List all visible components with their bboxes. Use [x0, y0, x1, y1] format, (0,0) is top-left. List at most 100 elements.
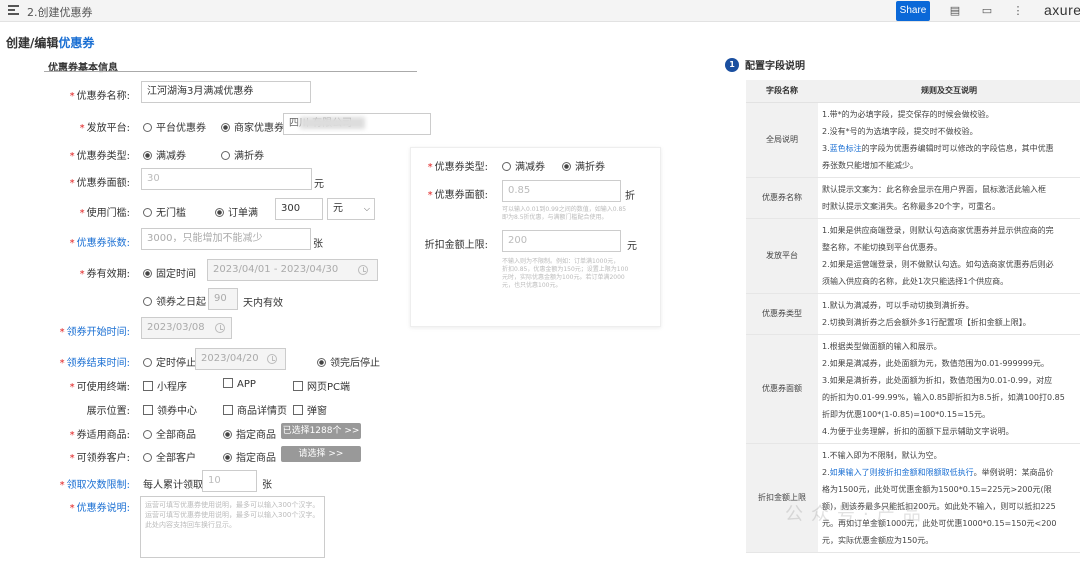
- amount-unit: 元: [314, 179, 324, 190]
- share-button[interactable]: Share: [896, 1, 930, 21]
- radio-all-goods[interactable]: 全部商品: [143, 426, 196, 441]
- rule-text: 4.为便于业务理解，折扣的面额下显示辅助文字说明。: [822, 426, 1014, 436]
- rule-text: 时默认提示文案消失。名称最多20个字，可重名。: [822, 201, 1001, 211]
- rule-text: 折即为优惠100*(1-0.85)=100*0.15=15元。: [822, 409, 990, 419]
- radio-specified-goods[interactable]: 指定商品: [223, 426, 276, 441]
- checkbox-web-pc[interactable]: 网页PC端: [293, 378, 350, 393]
- checkbox-coupon-center[interactable]: 领券中心: [143, 402, 197, 417]
- rule-line: 2.切换到满折券之后会额外多1行配置项【折扣金额上限】。: [822, 314, 1076, 331]
- radio-no-threshold[interactable]: 无门槛: [143, 204, 186, 219]
- rule-line: 2.如果是满减券，此处面额为元，数值范围为0.01-999999元。: [822, 355, 1076, 372]
- rule-line: 1.不输入即为不限制，默认为空。: [822, 447, 1076, 464]
- card-amount-unit: 折: [625, 191, 635, 202]
- rule-text: 3.: [822, 143, 830, 153]
- table-row: 发放平台 1.如果是供应商端登录，则默认勾选商家优惠券并显示供应商的完 整名称，不能…: [746, 218, 1080, 294]
- table-header: 字段名称 规则及交互说明: [746, 80, 1080, 103]
- selected-goods-button[interactable]: 已选择1288个 >>: [281, 423, 361, 439]
- table-row: 折扣金额上限 1.不输入即为不限制，默认为空。 2.如果输入了则按折扣金额和限额取低…: [746, 443, 1080, 553]
- rule-text: 1.如果是供应商端登录，则默认勾选商家优惠券并显示供应商的完: [822, 225, 1054, 235]
- calendar-icon[interactable]: [358, 265, 368, 275]
- coupon-name-input[interactable]: 江河湖海3月满减优惠券: [141, 81, 311, 103]
- radio-all-customers[interactable]: 全部客户: [143, 449, 196, 464]
- card-type-label: * 优惠券类型:: [427, 162, 488, 173]
- limit-input[interactable]: 10: [202, 470, 257, 492]
- checkbox-popup[interactable]: 弹窗: [293, 402, 327, 417]
- card-cap-unit: 元: [627, 241, 637, 252]
- section-divider: [44, 71, 417, 72]
- goods-label: * 券适用商品:: [69, 430, 130, 441]
- checkbox-product-detail[interactable]: 商品详情页: [223, 402, 287, 417]
- rule-description: 1.默认为满减券，可以手动切换到满折券。 2.切换到满折券之后会额外多1行配置项【…: [818, 293, 1080, 335]
- rule-line: 格为1500元，此处可优惠金额为1500*0.15=225元>200元(限: [822, 481, 1076, 498]
- checkbox-mini-program[interactable]: 小程序: [143, 378, 187, 393]
- rule-line: 3.如果是满折券，此处面额为折扣，数值范围为0.01-0.99，对应: [822, 372, 1076, 389]
- card-cap-hint: 不输入则为不限制。例如：订单满1000元， 折扣0.85，优惠金额为150元；设置…: [502, 258, 628, 290]
- radio-stop-when-claimed[interactable]: 领完后停止: [317, 354, 380, 369]
- rule-line: 3.蓝色标注的字段为优惠券编辑时可以修改的字段信息，其中优惠: [822, 140, 1076, 157]
- rule-line: 券张数只能增加不能减少。: [822, 157, 1076, 174]
- table-row: 全局说明 1.带*的为必填字段，提交保存的时候会做校验。 2.没有*号的为选填字段，…: [746, 102, 1080, 178]
- radio-order-min[interactable]: 订单满: [215, 204, 258, 219]
- radio-full-reduction[interactable]: 满减券: [143, 147, 186, 162]
- radio-days-after-claim[interactable]: 领券之日起: [143, 293, 206, 308]
- currency-select[interactable]: 元 ⌵: [327, 198, 375, 220]
- hint-line: 元，也只优惠100元。: [502, 282, 562, 289]
- amount-label: * 优惠券面额:: [69, 178, 130, 189]
- count-label: * 优惠券张数:: [69, 238, 130, 249]
- amount-input[interactable]: 30: [141, 168, 312, 190]
- hint-line: 即为8.5折优惠，与满额门槛配合使用。: [502, 214, 608, 221]
- threshold-input[interactable]: 300: [275, 198, 323, 220]
- card-cap-input[interactable]: 200: [502, 230, 621, 252]
- radio-platform-coupon[interactable]: 平台优惠券: [143, 119, 206, 134]
- comment-icon[interactable]: ▭: [981, 5, 993, 17]
- rule-text: 1.不输入即为不限制，默认为空。: [822, 450, 942, 460]
- radio-discount[interactable]: 满折券: [221, 147, 264, 162]
- rule-text: 默认提示文案为：此名称会显示在用户界面，鼠标激活此输入框: [822, 184, 1046, 194]
- hint-line: 折扣0.85，优惠金额为150元；设置上限为100: [502, 266, 629, 273]
- document-icon[interactable]: ▤: [949, 5, 961, 17]
- radio-fixed-time[interactable]: 固定时间: [143, 265, 196, 280]
- count-input[interactable]: 3000，只能增加不能减少: [141, 228, 311, 250]
- radio-specified-customers[interactable]: 指定商品: [223, 449, 276, 464]
- rule-field-name: 全局说明: [746, 102, 818, 178]
- days-input[interactable]: 90: [208, 288, 238, 310]
- col-field-name: 字段名称: [746, 80, 818, 103]
- radio-merchant-coupon[interactable]: 商家优惠券: [221, 119, 284, 134]
- rule-text: 。举例说明：某商品价: [973, 467, 1054, 477]
- rule-text: 如果输入了则按折扣金额和限额取低执行: [829, 467, 974, 477]
- rule-line: 1.根据类型做面额的输入和展示。: [822, 338, 1076, 355]
- checkbox-app[interactable]: APP: [223, 378, 256, 390]
- description-textarea[interactable]: 运营可填写优惠券使用说明，最多可以输入300个汉字。 运营可填写优惠券使用说明，…: [140, 496, 325, 558]
- rule-text: 1.默认为满减券，可以手动切换到满折券。: [822, 300, 974, 310]
- card-amount-input[interactable]: 0.85: [502, 180, 621, 202]
- calendar-icon[interactable]: [267, 354, 277, 364]
- rule-line: 默认提示文案为：此名称会显示在用户界面，鼠标激活此输入框: [822, 181, 1076, 198]
- display-label: 展示位置:: [86, 406, 130, 417]
- calendar-icon[interactable]: [215, 323, 225, 333]
- card-radio-full-reduction[interactable]: 满减券: [502, 158, 545, 173]
- radio-scheduled-stop[interactable]: 定时停止: [143, 354, 196, 369]
- rule-text: 2.切换到满折券之后会额外多1行配置项【折扣金额上限】。: [822, 317, 1031, 327]
- rule-text: 2.没有*号的为选填字段，提交时不做校验。: [822, 126, 978, 136]
- validity-range-input[interactable]: 2023/04/01 - 2023/04/30: [207, 259, 378, 281]
- chevron-down-icon: ⌵: [363, 204, 370, 213]
- name-label: * 优惠券名称:: [69, 91, 130, 102]
- rule-text: 券张数只能增加不能减少。: [822, 160, 918, 170]
- rule-text: 2.: [822, 467, 830, 477]
- select-customers-button[interactable]: 请选择 >>: [281, 446, 361, 462]
- hint-line: 元时，实际优惠金额为100元。若订单满2000: [502, 274, 625, 281]
- desc-placeholder-line: 运营可填写优惠券使用说明，最多可以输入300个汉字。: [145, 501, 320, 509]
- type-label: * 优惠券类型:: [69, 151, 130, 162]
- card-radio-discount[interactable]: 满折券: [562, 158, 605, 173]
- menu-icon[interactable]: [8, 5, 19, 16]
- rule-text: 2.如果是运营端登录，则不做默认勾选。如勾选商家优惠券后则必: [822, 259, 1054, 269]
- rule-text: 的折扣为0.01-99.99%，输入0.85即折扣为8.5折，如满100打0.8…: [822, 392, 1065, 402]
- rule-line: 折即为优惠100*(1-0.85)=100*0.15=15元。: [822, 406, 1076, 423]
- watermark: 公众号·产品: [785, 504, 929, 525]
- limit-label: * 领取次数限制:: [59, 480, 130, 491]
- table-row: 优惠券类型 1.默认为满减券，可以手动切换到满折券。 2.切换到满折券之后会额外多1…: [746, 293, 1080, 335]
- more-icon[interactable]: ⋮: [1012, 5, 1024, 17]
- col-rules: 规则及交互说明: [818, 80, 1080, 103]
- rule-text: 元，实际优惠金额应为150元。: [822, 535, 934, 545]
- rule-field-name: 发放平台: [746, 218, 818, 294]
